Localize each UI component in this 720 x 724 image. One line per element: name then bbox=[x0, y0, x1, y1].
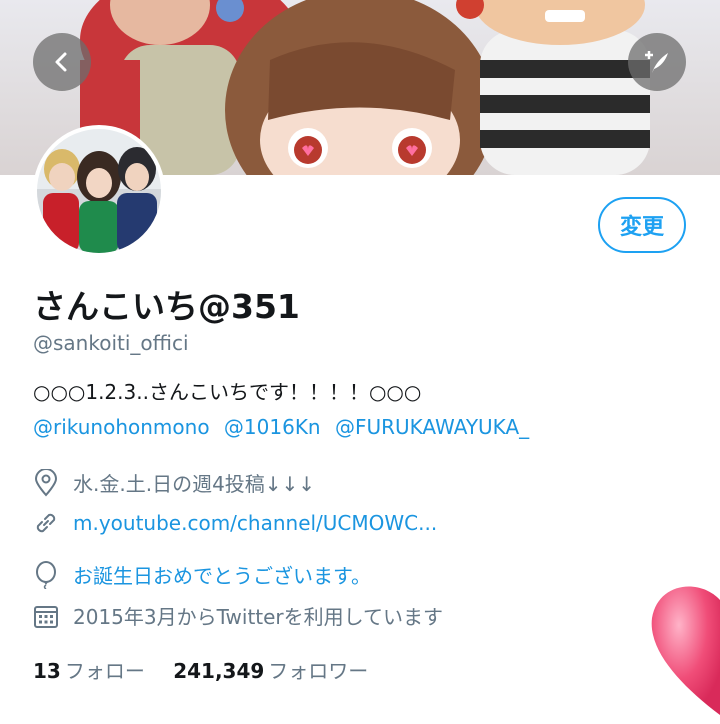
following-label: フォロー bbox=[64, 659, 145, 683]
edit-profile-button[interactable]: 変更 bbox=[598, 197, 686, 253]
joined-row: 2015年3月からTwitterを利用しています bbox=[33, 601, 443, 630]
balloon-icon bbox=[36, 560, 56, 589]
followers-label: フォロワー bbox=[268, 659, 369, 683]
followers-link[interactable]: 241,349 フォロワー bbox=[173, 659, 390, 683]
following-link[interactable]: 13 フォロー bbox=[33, 659, 173, 683]
birthday-text[interactable]: お誕生日おめでとうございます。 bbox=[73, 560, 371, 589]
following-count: 13 bbox=[33, 659, 61, 683]
user-handle: @sankoiti_offici bbox=[33, 331, 189, 355]
compose-button[interactable] bbox=[628, 33, 686, 91]
location-row: 水.金.土.日の週4投稿↓↓↓ bbox=[33, 468, 315, 497]
follow-stats: 13 フォロー 241,349 フォロワー bbox=[33, 655, 390, 684]
compose-icon bbox=[645, 51, 668, 73]
avatar bbox=[37, 129, 161, 253]
avatar-photo bbox=[37, 129, 161, 253]
joined-text: 2015年3月からTwitterを利用しています bbox=[73, 605, 444, 629]
back-arrow-icon bbox=[55, 52, 67, 72]
calendar-icon bbox=[34, 605, 58, 628]
link-icon bbox=[36, 513, 56, 533]
back-button[interactable] bbox=[33, 33, 91, 91]
bio-mentions: @rikunohonmono @1016Kn @FURUKAWAYUKA_ bbox=[33, 415, 537, 439]
location-icon bbox=[34, 468, 58, 496]
bio-text: ○○○1.2.3..さんこいちです！！！！○○○ bbox=[33, 380, 422, 404]
mention-link[interactable]: @1016Kn bbox=[224, 415, 321, 439]
display-name: さんこいち@351 bbox=[33, 287, 300, 326]
mention-link[interactable]: @FURUKAWAYUKA_ bbox=[335, 415, 529, 439]
followers-count: 241,349 bbox=[173, 659, 265, 683]
heart-icon bbox=[640, 580, 720, 724]
birthday-row: お誕生日おめでとうございます。 bbox=[33, 560, 371, 589]
location-text: 水.金.土.日の週4投稿↓↓↓ bbox=[73, 472, 316, 496]
website-row: m.youtube.com/channel/UCMOWC... bbox=[33, 510, 437, 536]
profile-avatar[interactable] bbox=[33, 125, 165, 257]
mention-link[interactable]: @rikunohonmono bbox=[33, 415, 210, 439]
website-link[interactable]: m.youtube.com/channel/UCMOWC... bbox=[73, 511, 437, 535]
